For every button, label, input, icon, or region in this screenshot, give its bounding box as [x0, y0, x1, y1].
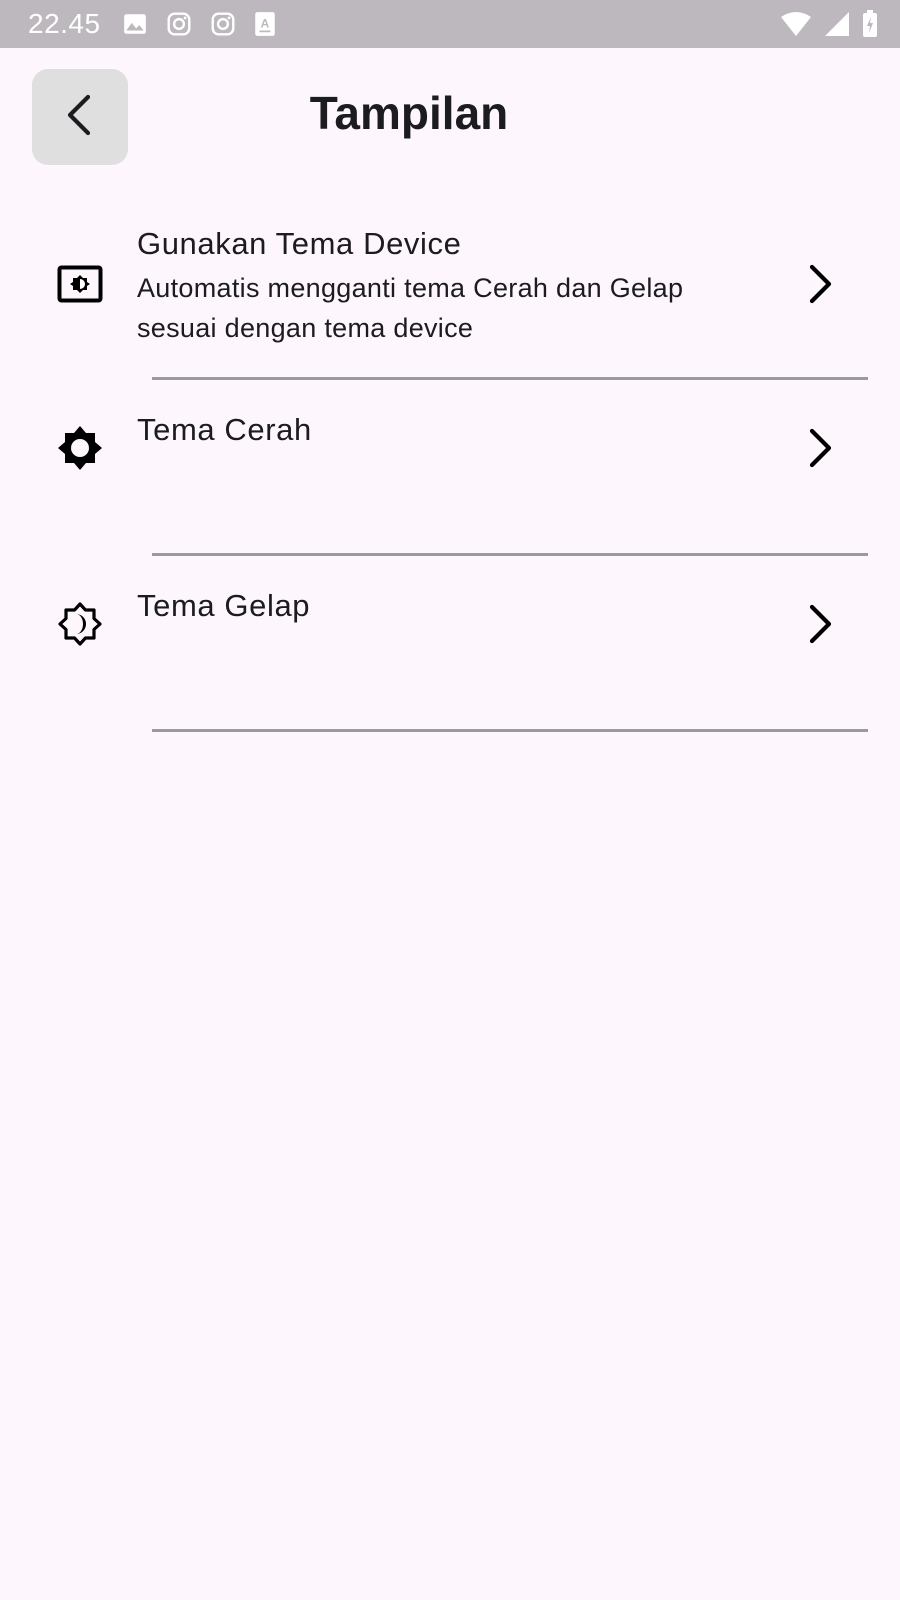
list-item-device-theme[interactable]: Gunakan Tema Device Automatis mengganti …	[0, 200, 900, 380]
instagram-icon	[210, 11, 236, 37]
list-item-text: Tema Gelap	[137, 586, 737, 626]
chevron-right-icon	[800, 260, 840, 308]
list-item-text: Gunakan Tema Device Automatis mengganti …	[137, 224, 737, 348]
svg-text:A: A	[261, 16, 270, 30]
chevron-right-icon	[800, 600, 840, 648]
wifi-icon	[780, 11, 812, 37]
divider	[152, 729, 868, 732]
status-bar: 22.45 A	[0, 0, 900, 48]
battery-charging-icon	[862, 10, 878, 38]
list-item-subtitle: Automatis mengganti tema Cerah dan Gelap…	[137, 273, 684, 343]
list-item-dark-theme[interactable]: Tema Gelap	[0, 556, 900, 732]
brightness-high-icon	[56, 424, 104, 472]
image-icon	[122, 11, 148, 37]
list-item-text: Tema Cerah	[137, 410, 737, 450]
list-item-title: Tema Gelap	[137, 588, 311, 623]
chevron-right-icon	[800, 424, 840, 472]
status-notification-icons: A	[122, 11, 276, 37]
brightness-auto-icon	[56, 260, 104, 308]
list-item-title: Tema Cerah	[137, 412, 312, 447]
instagram-icon	[166, 11, 192, 37]
theme-settings-list: Gunakan Tema Device Automatis mengganti …	[0, 200, 900, 732]
page-title: Tampilan	[309, 87, 509, 139]
list-item-light-theme[interactable]: Tema Cerah	[0, 380, 900, 556]
status-system-icons	[780, 10, 878, 38]
app-header: Tampilan	[0, 48, 900, 184]
status-time: 22.45	[28, 8, 101, 39]
text-notification-icon: A	[254, 11, 276, 37]
list-item-title: Gunakan Tema Device	[137, 226, 462, 261]
brightness-dark-icon	[56, 600, 104, 648]
signal-icon	[824, 11, 850, 37]
